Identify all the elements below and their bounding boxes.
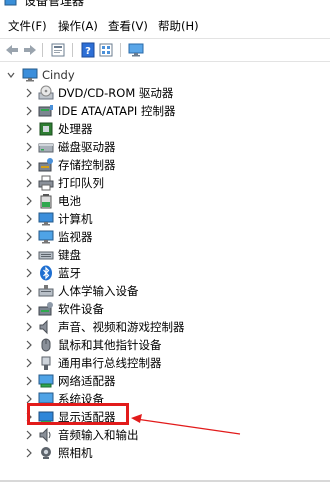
annotation-arrow: [131, 414, 241, 435]
